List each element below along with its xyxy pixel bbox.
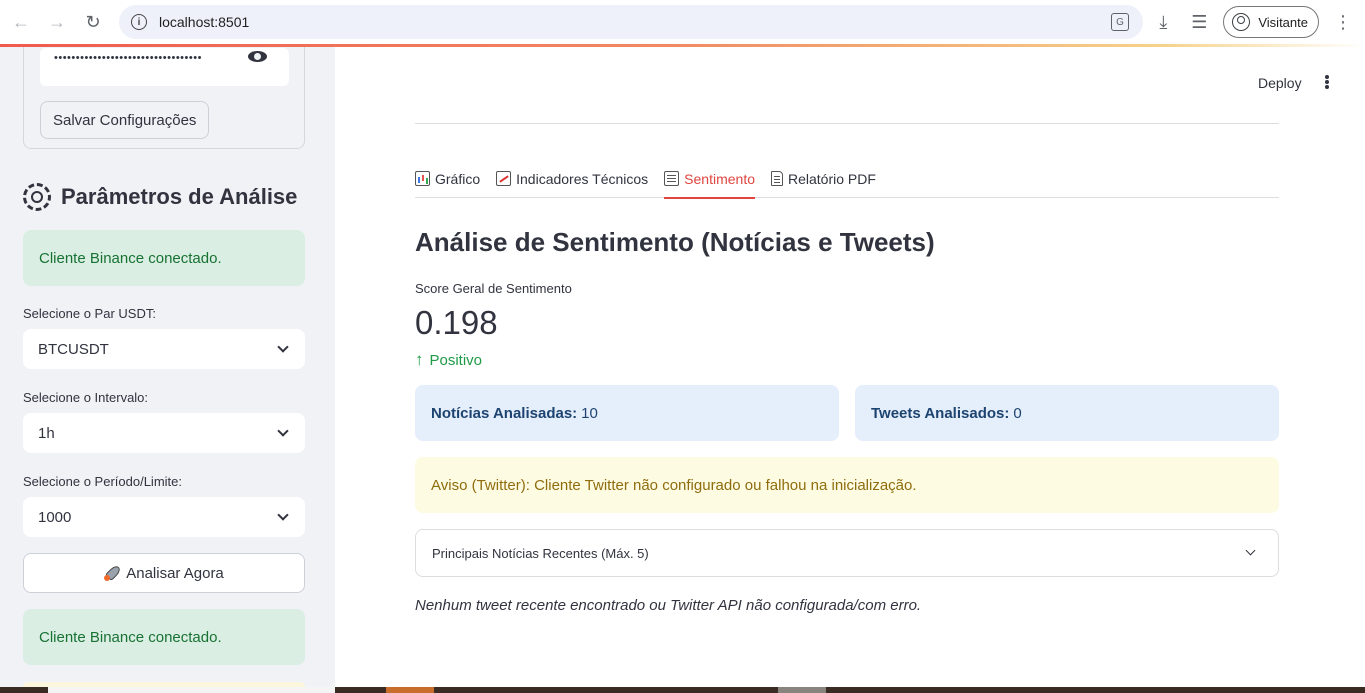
tab-grafico[interactable]: Gráfico bbox=[415, 159, 480, 198]
divider bbox=[415, 123, 1279, 124]
document-icon bbox=[771, 171, 783, 186]
url-text[interactable]: localhost:8501 bbox=[159, 14, 249, 30]
tab-relatorio-pdf[interactable]: Relatório PDF bbox=[771, 159, 876, 198]
download-icon[interactable]: ⤓ bbox=[1145, 4, 1181, 40]
tab-label: Relatório PDF bbox=[788, 170, 876, 187]
interval-label: Selecione o Intervalo: bbox=[23, 390, 149, 405]
deploy-button[interactable]: Deploy bbox=[1258, 75, 1302, 91]
tab-label: Indicadores Técnicos bbox=[516, 170, 649, 187]
pair-value: BTCUSDT bbox=[38, 340, 109, 358]
section-title-text: Parâmetros de Análise bbox=[61, 184, 298, 209]
expander-label: Principais Notícias Recentes (Máx. 5) bbox=[432, 545, 649, 561]
chevron-down-icon bbox=[277, 509, 289, 521]
profile-icon bbox=[1232, 13, 1251, 31]
interval-select[interactable]: 1h bbox=[23, 413, 305, 453]
site-info-icon[interactable]: i bbox=[131, 14, 147, 30]
arrow-up-icon: ↑ bbox=[415, 350, 424, 369]
address-bar[interactable]: i localhost:8501 G bbox=[119, 5, 1143, 39]
interval-value: 1h bbox=[38, 424, 55, 442]
show-password-icon[interactable] bbox=[248, 51, 267, 62]
profile-button[interactable]: Visitante bbox=[1223, 6, 1319, 38]
news-count-label: Notícias Analisadas: bbox=[431, 404, 578, 422]
metric-delta: ↑ Positivo bbox=[415, 350, 482, 370]
bar-chart-icon bbox=[415, 171, 430, 186]
tab-sentimento[interactable]: Sentimento bbox=[664, 159, 755, 199]
chevron-down-icon bbox=[277, 341, 289, 353]
analyze-now-button[interactable]: Analisar Agora bbox=[23, 553, 305, 593]
news-count-box: Notícias Analisadas: 10 bbox=[415, 385, 839, 441]
period-select[interactable]: 1000 bbox=[23, 497, 305, 537]
taskbar-segment bbox=[386, 687, 434, 693]
password-mask: •••••••••••••••••••••••••••••••••• bbox=[54, 52, 202, 64]
metric-delta-text: Positivo bbox=[429, 351, 483, 369]
main-content: Deploy Gráfico Indicadores Técnicos Sent… bbox=[335, 47, 1365, 687]
page-title: Análise de Sentimento (Notícias e Tweets… bbox=[415, 227, 935, 257]
analyze-label: Analisar Agora bbox=[126, 564, 224, 582]
taskbar-segment bbox=[778, 687, 826, 693]
pair-select[interactable]: BTCUSDT bbox=[23, 329, 305, 369]
browser-menu-icon[interactable]: ⋮ bbox=[1325, 4, 1361, 40]
sidebar: •••••••••••••••••••••••••••••••••• Salva… bbox=[0, 47, 335, 687]
metric-value: 0.198 bbox=[415, 304, 498, 341]
binance-status-alert: Cliente Binance conectado. bbox=[23, 230, 305, 286]
browser-toolbar: ← → ↻ i localhost:8501 G ⤓ ☰ Visitante ⋮ bbox=[0, 0, 1365, 44]
tab-bar: Gráfico Indicadores Técnicos Sentimento … bbox=[415, 159, 1279, 199]
newspaper-icon bbox=[664, 171, 680, 186]
profile-label: Visitante bbox=[1258, 14, 1308, 30]
chevron-down-icon bbox=[1245, 545, 1256, 556]
save-settings-button[interactable]: Salvar Configurações bbox=[40, 101, 210, 139]
tweets-count-box: Tweets Analisados: 0 bbox=[855, 385, 1279, 441]
rocket-icon bbox=[104, 565, 120, 581]
reload-icon[interactable]: ↻ bbox=[75, 4, 111, 40]
tab-indicadores[interactable]: Indicadores Técnicos bbox=[496, 159, 648, 198]
binance-status-alert-2: Cliente Binance conectado. bbox=[23, 609, 305, 665]
metric-label: Score Geral de Sentimento bbox=[415, 281, 572, 296]
password-input[interactable]: •••••••••••••••••••••••••••••••••• bbox=[40, 48, 289, 86]
chevron-down-icon bbox=[277, 425, 289, 437]
pair-label: Selecione o Par USDT: bbox=[23, 306, 156, 321]
tweets-caption: Nenhum tweet recente encontrado ou Twitt… bbox=[415, 597, 922, 614]
news-expander[interactable]: Principais Notícias Recentes (Máx. 5) bbox=[415, 529, 1279, 577]
news-count-value: 10 bbox=[581, 404, 598, 422]
tweets-count-label: Tweets Analisados: bbox=[871, 404, 1010, 422]
period-value: 1000 bbox=[38, 508, 72, 526]
gear-icon bbox=[23, 183, 51, 211]
taskbar-segment bbox=[48, 687, 335, 693]
main-menu-icon[interactable] bbox=[1325, 75, 1329, 89]
section-title: Parâmetros de Análise bbox=[23, 183, 297, 211]
tweets-count-value: 0 bbox=[1013, 404, 1022, 422]
tab-label: Sentimento bbox=[684, 170, 755, 187]
media-control-icon[interactable]: ☰ bbox=[1181, 4, 1217, 40]
chart-increasing-icon bbox=[496, 171, 512, 186]
back-icon[interactable]: ← bbox=[3, 4, 39, 40]
twitter-warning: Aviso (Twitter): Cliente Twitter não con… bbox=[415, 457, 1279, 513]
tab-label: Gráfico bbox=[435, 170, 481, 187]
forward-icon[interactable]: → bbox=[39, 4, 75, 40]
translate-icon[interactable]: G bbox=[1111, 13, 1129, 31]
settings-form: •••••••••••••••••••••••••••••••••• Salva… bbox=[23, 47, 305, 149]
period-label: Selecione o Período/Limite: bbox=[23, 474, 182, 489]
